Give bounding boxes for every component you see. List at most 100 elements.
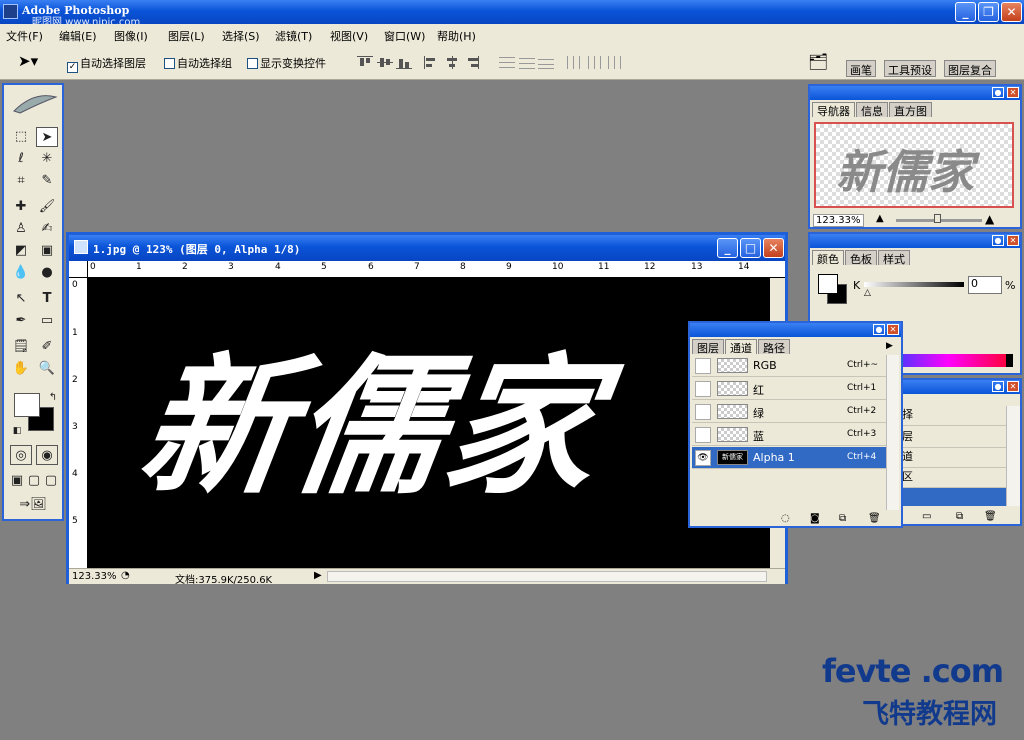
minimize-button[interactable]: _ — [955, 2, 976, 22]
navigator-close-icon[interactable]: ✕ — [1007, 87, 1019, 98]
layers-back-item[interactable]: 区 — [902, 468, 1006, 488]
lasso-tool-icon[interactable]: ℓ — [10, 149, 32, 169]
tab-histogram[interactable]: 直方图 — [889, 102, 932, 118]
visibility-toggle-red[interactable] — [695, 381, 711, 397]
tab-color[interactable]: 颜色 — [812, 250, 844, 266]
foreground-color-swatch-top[interactable] — [14, 393, 40, 417]
tab-navigator[interactable]: 导航器 — [812, 102, 855, 118]
menu-select[interactable]: 选择(S) — [222, 28, 260, 44]
quick-mask-icon[interactable]: ◉ — [36, 445, 58, 465]
tab-layers[interactable]: 图层 — [692, 339, 724, 355]
tab-channels[interactable]: 通道 — [725, 339, 757, 355]
color-minimize-icon[interactable]: ● — [992, 235, 1004, 246]
screen-mode-standard-icon[interactable]: ▣ — [8, 471, 26, 491]
status-zoom[interactable]: 123.33% — [72, 571, 117, 582]
visibility-toggle-blue[interactable] — [695, 427, 711, 443]
align-right-icon[interactable] — [463, 56, 479, 69]
menu-help[interactable]: 帮助(H) — [437, 28, 476, 44]
file-browser-icon[interactable]: 🗂 — [808, 52, 828, 71]
tab-swatches[interactable]: 色板 — [845, 250, 877, 266]
status-menu-arrow-icon[interactable]: ▶ — [314, 570, 322, 581]
distribute-right-icon[interactable] — [605, 56, 621, 69]
default-colors-icon[interactable]: ◧ — [6, 421, 28, 441]
hand-tool-icon[interactable]: ✋ — [10, 359, 32, 379]
navigator-slider-thumb[interactable] — [934, 214, 941, 223]
channels-close-icon[interactable]: ✕ — [887, 324, 899, 335]
distribute-hcenter-icon[interactable] — [586, 56, 602, 69]
visibility-toggle-green[interactable] — [695, 404, 711, 420]
horizontal-ruler[interactable]: 0 1 2 3 4 5 6 7 8 9 10 11 12 13 14 — [88, 261, 785, 278]
auto-select-group-checkbox[interactable]: 自动选择组 — [164, 55, 232, 71]
new-channel-icon[interactable]: ⧉ — [839, 513, 846, 524]
zoom-out-icon[interactable]: ▲ — [876, 213, 884, 224]
k-slider-thumb-icon[interactable]: △ — [864, 288, 871, 298]
show-transform-checkbox[interactable]: 显示变换控件 — [247, 55, 326, 71]
zoom-tool-icon[interactable]: 🔍 — [36, 359, 58, 379]
restore-button[interactable]: ❐ — [978, 2, 999, 22]
channels-scrollbar[interactable] — [886, 355, 899, 510]
path-select-icon[interactable]: ↖ — [10, 289, 32, 309]
layers-back-selected-row[interactable] — [902, 488, 1006, 506]
channel-row-red[interactable]: 红 Ctrl+1 — [692, 378, 886, 400]
channels-minimize-icon[interactable]: ● — [873, 324, 885, 335]
doc-close-button[interactable]: ✕ — [763, 238, 784, 258]
vertical-ruler[interactable]: 0 1 2 3 4 5 — [69, 278, 88, 568]
distribute-left-icon[interactable] — [566, 56, 582, 69]
trash-icon[interactable]: 🗑 — [984, 511, 997, 522]
layers-back-item[interactable]: 层 — [902, 428, 1006, 448]
doc-minimize-button[interactable]: _ — [717, 238, 738, 258]
eraser-tool-icon[interactable]: ◩ — [10, 241, 32, 261]
new-layer-icon[interactable]: ⧉ — [956, 511, 963, 522]
palette-tab-layer-comps[interactable]: 图层复合 — [944, 60, 996, 77]
ruler-origin[interactable] — [69, 261, 88, 278]
color-ramp[interactable] — [890, 354, 1006, 367]
jump-to-imageready-icon[interactable]: ⇒🖼 — [10, 495, 56, 515]
color-ramp-black[interactable] — [1006, 354, 1013, 367]
layers-back-item[interactable]: 道 — [902, 448, 1006, 468]
color-fg-swatch[interactable] — [818, 274, 838, 294]
distribute-bottom-icon[interactable] — [538, 56, 554, 69]
layers-back-item[interactable]: 择 — [902, 406, 1006, 426]
layers-back-close-icon[interactable]: ✕ — [1007, 381, 1019, 392]
load-selection-icon[interactable]: ◌ — [781, 513, 790, 524]
dodge-tool-icon[interactable]: ● — [36, 263, 58, 283]
save-selection-icon[interactable]: ◙ — [810, 513, 820, 524]
menu-filter[interactable]: 滤镜(T) — [275, 28, 312, 44]
menu-window[interactable]: 窗口(W) — [384, 28, 425, 44]
zoom-in-icon[interactable]: ▲ — [985, 212, 994, 226]
eyedropper-icon[interactable]: ✐ — [36, 337, 58, 357]
k-value-input[interactable]: 0 — [968, 276, 1002, 294]
align-hcenter-icon[interactable] — [444, 56, 460, 69]
screen-mode-full-icon[interactable]: ▢ — [42, 471, 60, 491]
menu-layer[interactable]: 图层(L) — [168, 28, 205, 44]
navigator-zoom-field[interactable]: 123.33% — [813, 214, 864, 227]
history-brush-icon[interactable]: ✍ — [36, 219, 58, 239]
crop-tool-icon[interactable]: ⌗ — [10, 171, 32, 191]
channel-row-green[interactable]: 绿 Ctrl+2 — [692, 401, 886, 423]
status-info-icon[interactable]: ◔ — [121, 570, 130, 581]
palette-tab-tool-presets[interactable]: 工具预设 — [884, 60, 936, 77]
brush-tool-icon[interactable]: 🖌 — [36, 197, 58, 217]
channel-row-blue[interactable]: 蓝 Ctrl+3 — [692, 424, 886, 446]
menu-edit[interactable]: 编辑(E) — [59, 28, 97, 44]
image-canvas[interactable]: 新儒家 — [88, 278, 770, 568]
palette-tab-brushes[interactable]: 画笔 — [846, 60, 876, 77]
screen-mode-full-menu-icon[interactable]: ▢ — [25, 471, 43, 491]
gradient-tool-icon[interactable]: ▣ — [36, 241, 58, 261]
close-button[interactable]: ✕ — [1001, 2, 1022, 22]
align-top-icon[interactable] — [357, 56, 373, 69]
menu-view[interactable]: 视图(V) — [330, 28, 368, 44]
distribute-vcenter-icon[interactable] — [519, 56, 535, 69]
mask-icon[interactable]: ▭ — [922, 511, 931, 522]
visibility-toggle-rgb[interactable] — [695, 358, 711, 374]
distribute-top-icon[interactable] — [499, 56, 515, 69]
tab-info[interactable]: 信息 — [856, 102, 888, 118]
channel-row-rgb[interactable]: RGB Ctrl+~ — [692, 355, 886, 377]
channel-row-alpha1[interactable]: 👁 新儒家 Alpha 1 Ctrl+4 — [692, 447, 886, 469]
align-bottom-icon[interactable] — [396, 56, 412, 69]
align-left-icon[interactable] — [424, 56, 440, 69]
navigator-minimize-icon[interactable]: ● — [992, 87, 1004, 98]
navigator-preview[interactable]: 新儒家 — [814, 122, 1014, 208]
auto-select-layer-checkbox[interactable]: ✓ 自动选择图层 — [67, 55, 146, 73]
marquee-tool-icon[interactable]: ⬚ — [10, 127, 32, 147]
